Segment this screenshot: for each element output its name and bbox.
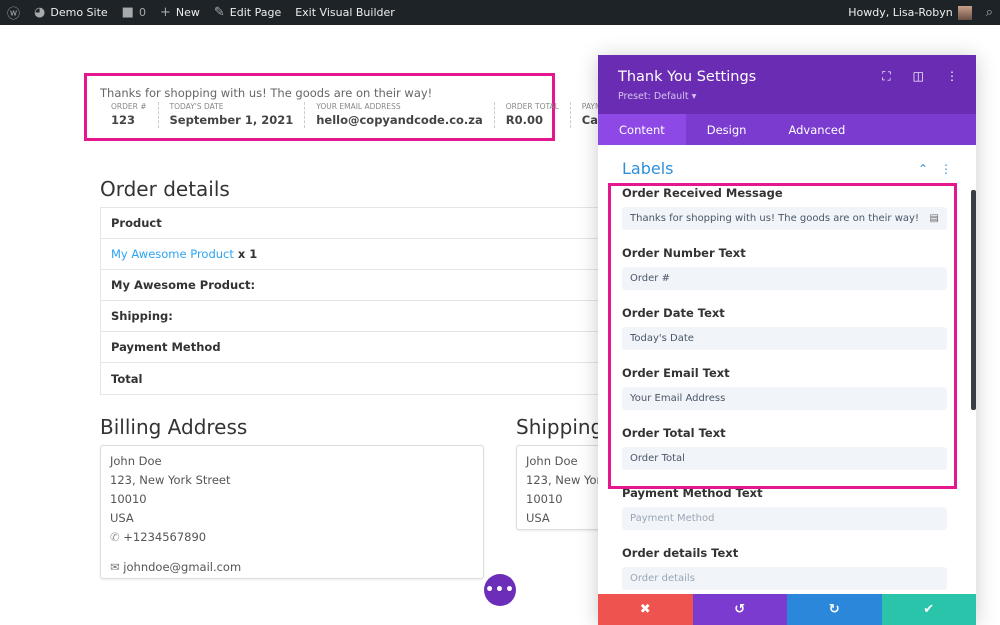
billing-country: USA: [110, 511, 134, 525]
fullscreen-icon[interactable]: ⛶: [882, 69, 890, 84]
search-button[interactable]: ⌕: [979, 0, 1000, 25]
field-group: Payment Method Text Payment Method: [622, 486, 947, 530]
section-title: Labels: [622, 159, 674, 178]
billing-name: John Doe: [110, 454, 162, 468]
edit-label: Edit Page: [229, 6, 282, 19]
overview-label: Order Total: [505, 102, 559, 111]
table-row: Payment Method: [101, 332, 619, 363]
tab-advanced[interactable]: Advanced: [767, 114, 866, 145]
panel-tabs: Content Design Advanced: [598, 114, 976, 145]
redo-button[interactable]: ↻: [787, 594, 882, 625]
comments-link[interactable]: ■ 0: [115, 0, 153, 25]
overview-value: 123: [111, 113, 136, 127]
comment-count: 0: [138, 6, 146, 19]
order-overview-item: Order Total R0.00: [495, 102, 571, 128]
field-label: Order details Text: [622, 546, 739, 560]
dashboard-icon: ◕: [34, 5, 46, 20]
overview-label: Your Email Address: [316, 102, 401, 111]
exit-visual-builder-link[interactable]: Exit Visual Builder: [288, 0, 402, 25]
overview-value: R0.00: [505, 113, 543, 127]
check-icon: ✔: [923, 602, 935, 617]
billing-email-line: ✉ johndoe@gmail.com: [110, 558, 474, 577]
billing-address: John Doe 123, New York Street 10010 USA …: [100, 445, 484, 579]
billing-email: johndoe@gmail.com: [123, 560, 242, 574]
billing-phone: +1234567890: [123, 530, 207, 544]
account-menu[interactable]: Howdy, Lisa-Robyn: [841, 0, 978, 25]
order-details-table: Product My Awesome Product x 1 My Awesome…: [100, 207, 620, 395]
wordpress-logo-button[interactable]: ⓦ: [0, 0, 27, 25]
plus-icon: +: [159, 5, 171, 20]
phone-icon: ✆: [110, 530, 120, 544]
overview-value: hello@copyandcode.co.za: [316, 113, 483, 127]
table-row: Total: [111, 371, 143, 386]
new-button[interactable]: + New: [153, 0, 207, 25]
save-button[interactable]: ✔: [881, 594, 976, 625]
field-input[interactable]: Order details: [622, 567, 947, 590]
table-row: My Awesome Product x 1: [101, 239, 619, 270]
table-row: My Awesome Product:: [101, 270, 619, 301]
product-link[interactable]: My Awesome Product: [111, 247, 234, 261]
edit-page-link[interactable]: ✎ Edit Page: [207, 0, 288, 25]
undo-icon: ↺: [734, 602, 746, 617]
order-overview-item: Today's Date September 1, 2021: [159, 102, 306, 128]
order-details-title: Order details: [100, 177, 230, 201]
tab-content[interactable]: Content: [598, 114, 686, 145]
shipping-address-title: Shipping: [516, 415, 604, 439]
table-row: Shipping:: [101, 301, 619, 332]
howdy-label: Howdy, Lisa-Robyn: [848, 6, 953, 19]
billing-phone-line: ✆ +1234567890: [110, 528, 474, 547]
highlight-box-labels: [608, 183, 957, 489]
order-received-message: Thanks for shopping with us! The goods a…: [100, 86, 433, 100]
pencil-icon: ✎: [213, 5, 225, 20]
redo-icon: ↻: [828, 602, 840, 617]
chevron-up-icon[interactable]: ⌃: [918, 162, 928, 176]
comment-icon: ■: [121, 5, 134, 20]
panel-actions: ✖ ↺ ↻ ✔: [598, 594, 976, 625]
field-group: Order details Text Order details: [622, 546, 947, 590]
order-overview: Order # 123 Today's Date September 1, 2021 Y…: [100, 102, 636, 128]
product-qty: x 1: [237, 247, 258, 261]
new-label: New: [175, 6, 200, 19]
wp-admin-bar: ⓦ ◕ Demo Site ■ 0 + New ✎ Edit Page Exit Vis…: [0, 0, 1000, 25]
more-icon[interactable]: ⋮: [946, 69, 958, 84]
overview-label: Today's Date: [169, 102, 224, 111]
undo-button[interactable]: ↺: [692, 594, 787, 625]
more-options-button[interactable]: •••: [484, 574, 516, 606]
tab-design[interactable]: Design: [686, 114, 768, 145]
exit-label: Exit Visual Builder: [295, 6, 395, 19]
wordpress-icon: ⓦ: [7, 7, 21, 22]
order-overview-item: Your Email Address hello@copyandcode.co.z…: [305, 102, 495, 128]
scrollbar[interactable]: [971, 190, 976, 410]
order-overview-item: Order # 123: [100, 102, 159, 128]
billing-address-title: Billing Address: [100, 415, 248, 439]
cancel-button[interactable]: ✖: [598, 594, 693, 625]
email-icon: ✉: [110, 560, 120, 574]
labels-section-header[interactable]: Labels ⌃ ⋮: [598, 145, 976, 178]
overview-label: Order #: [111, 102, 147, 111]
site-link[interactable]: ◕ Demo Site: [27, 0, 115, 25]
overview-value: September 1, 2021: [169, 113, 294, 127]
section-menu-icon[interactable]: ⋮: [940, 162, 952, 176]
preset-dropdown[interactable]: Preset: Default ▾: [618, 91, 956, 102]
split-view-icon[interactable]: ◫: [913, 69, 924, 84]
close-icon: ✖: [639, 602, 651, 617]
search-icon: ⌕: [985, 5, 993, 20]
site-name: Demo Site: [50, 6, 108, 19]
field-input[interactable]: Payment Method: [622, 507, 947, 530]
billing-zip: 10010: [110, 492, 147, 506]
panel-header: Thank You Settings Preset: Default ▾ ⛶ ◫…: [598, 55, 976, 114]
avatar: [957, 5, 972, 20]
table-header: Product: [101, 208, 619, 239]
billing-street: 123, New York Street: [110, 473, 231, 487]
